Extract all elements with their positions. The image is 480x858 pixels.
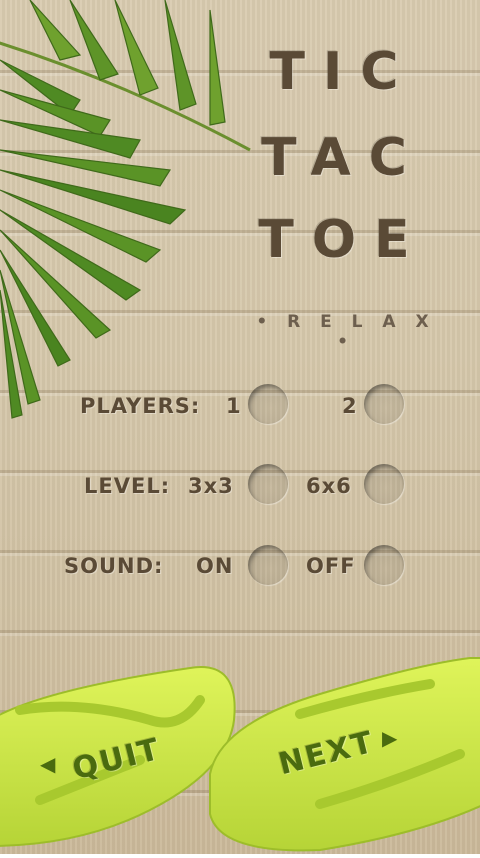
- palm-leaf-decoration: [0, 0, 251, 419]
- next-arrow-icon: ▶: [382, 726, 398, 750]
- level-3x3-radio[interactable]: [248, 464, 288, 504]
- level-option-6x6-label: 6x6: [306, 474, 352, 498]
- level-option-3x3-label: 3x3: [188, 474, 234, 498]
- players-option-1-label: 1: [226, 394, 242, 418]
- title-line-3: TOE: [258, 210, 428, 270]
- sound-option-on-label: ON: [196, 554, 234, 578]
- players-label: PLAYERS:: [80, 394, 201, 418]
- players-2-radio[interactable]: [364, 384, 404, 424]
- sound-on-radio[interactable]: [248, 545, 288, 585]
- players-1-radio[interactable]: [248, 384, 288, 424]
- title-line-1: TIC: [269, 42, 417, 102]
- players-option-2-label: 2: [342, 394, 358, 418]
- subtitle: • R E L A X •: [256, 312, 436, 352]
- level-6x6-radio[interactable]: [364, 464, 404, 504]
- quit-arrow-icon: ◀: [40, 752, 56, 776]
- sound-option-off-label: OFF: [306, 554, 356, 578]
- level-label: LEVEL:: [84, 474, 171, 498]
- sound-off-radio[interactable]: [364, 545, 404, 585]
- next-button[interactable]: NEXT ▶: [200, 654, 480, 854]
- sound-label: SOUND:: [64, 554, 164, 578]
- title-line-2: TAC: [261, 128, 425, 188]
